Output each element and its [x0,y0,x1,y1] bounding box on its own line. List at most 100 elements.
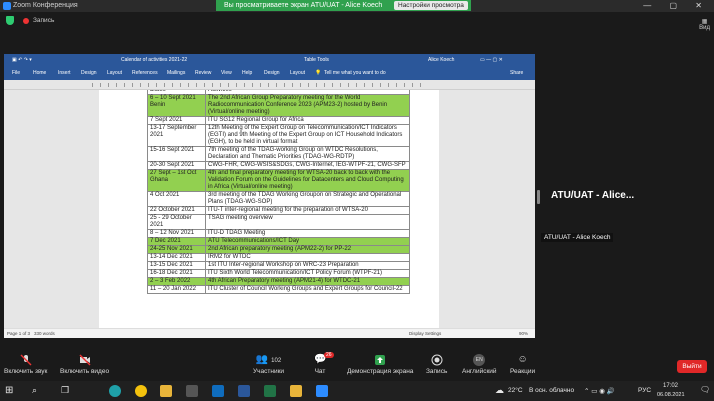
tab-home[interactable]: Home [33,70,46,76]
folder-icon[interactable] [290,385,302,397]
chrome-browser-icon[interactable] [135,385,147,397]
event-cell[interactable]: TSAG meeting overview [205,214,410,230]
event-cell[interactable]: IRM2 for WTDC [205,253,410,262]
search-icon[interactable]: ⌕ [32,385,37,396]
tab-references[interactable]: References [132,70,158,76]
zoom-level[interactable]: 90% [519,331,528,336]
windows-start-icon[interactable]: ⊞ [5,385,13,396]
weather-cloud-icon[interactable]: ☁ [495,385,504,396]
event-cell[interactable]: ATU Telecommunications/ICT Day [205,237,410,246]
view-button[interactable]: ▦ Вид [699,18,710,31]
event-cell[interactable]: 4th and final preparatory meeting for WT… [205,169,410,192]
event-cell[interactable]: CWG-FHR, CWG-WSIS&SDGs, CWG-Internet, IE… [205,161,410,170]
quick-access-icons[interactable]: ▣ ↶ ↷ ▾ [12,57,32,63]
chat-button[interactable]: 💬 26 Чат [314,352,334,375]
word-window-controls[interactable]: ▭ — ▢ ✕ [480,57,503,63]
language-button[interactable]: EN Английский [462,354,497,375]
date-cell[interactable]: 8 – 12 Nov 2021 [147,229,206,238]
zoom-logo-icon [3,2,11,10]
reactions-button[interactable]: ☺ Реакции [510,354,535,375]
event-cell[interactable]: ITU Sixth World Telecommunication/ICT Po… [205,269,410,278]
zoom-app-icon[interactable] [316,385,328,397]
window-controls[interactable]: — ▢ ✕ [643,1,710,10]
date-cell[interactable]: 24-25 Nov 2021 [147,245,206,254]
date-cell[interactable]: 20-30 Sept 2021 [147,161,206,170]
event-cell[interactable]: 12th Meeting of the Expert Group on Tele… [205,124,410,147]
event-cell[interactable]: ITU-D TDAG Meeting [205,229,410,238]
clock-time[interactable]: 17:02 [663,383,678,389]
recording-bar: Запись ▦ Вид [0,12,714,31]
event-cell[interactable]: 1st ITU Inter-regional Workshop on WRC-2… [205,261,410,270]
system-tray-icons[interactable]: ⌃ ▭ ◉ 🔊 [584,387,615,395]
participants-button[interactable]: 👥 102 Участники [253,354,284,375]
panel-splitter-handle[interactable] [537,190,540,204]
table-row: 24-25 Nov 2021 2nd African preparatory me… [147,245,410,254]
date-cell[interactable]: 13-17 September 2021 [147,124,206,147]
date-cell[interactable]: 11 – 20 Jan 2022 [147,285,206,294]
zoom-window-title: Zoom Конференция [13,2,78,9]
share-screen-label: Демонстрация экрана [347,368,414,375]
table-row: 2 – 3 Feb 2022 4th African Preparatory me… [147,277,410,286]
event-cell[interactable]: 2nd African preparatory meeting (APM22-2… [205,245,410,254]
start-video-label: Включить видео [60,368,110,375]
language-globe-icon: EN [473,354,486,366]
notifications-icon[interactable]: 🗨 [700,385,710,394]
date-cell[interactable]: 22 October 2021 [147,206,206,215]
share-screen-button[interactable]: Демонстрация экрана [347,354,413,375]
event-cell[interactable]: 3rd meeting of the TDAG Working Groupon … [205,191,410,207]
event-cell[interactable]: The 2nd African Group Preparatory meetin… [205,94,410,117]
input-language[interactable]: РУС [638,387,651,394]
date-cell[interactable]: 6 – 10 Sept 2021 Benin [147,94,206,117]
tab-review[interactable]: Review [195,70,211,76]
event-cell[interactable]: 7th meeting of the TDAG-working Group on… [205,146,410,162]
word-app-icon[interactable] [238,385,250,397]
event-cell[interactable]: ITU SG12 Regional Group for Africa [205,116,410,125]
view-options-button[interactable]: Настройки просмотра [394,1,468,10]
record-button[interactable]: Запись [426,354,447,375]
tab-table-design[interactable]: Design [264,70,280,76]
start-video-button[interactable]: Включить видео [60,354,109,375]
event-cell[interactable]: ITU Cluster of Council Working Groups an… [205,285,410,294]
event-cell[interactable]: ITU-T inter-regional meeting for the pre… [205,206,410,215]
excel-app-icon[interactable] [264,385,276,397]
date-cell[interactable]: 16-18 Dec 2021 [147,269,206,278]
date-cell[interactable]: 7 Dec 2021 [147,237,206,246]
date-cell[interactable]: 27 Sept – 1st Oct Ghana [147,169,206,192]
date-cell[interactable]: 25 - 29 October 2021 [147,214,206,230]
security-shield-icon[interactable] [6,16,14,25]
share-button[interactable]: Share [510,70,523,76]
event-cell[interactable]: 4th African Preparatory meeting (APM21-4… [205,277,410,286]
tell-me-box[interactable]: Tell me what you want to do [324,70,386,76]
store-icon[interactable] [186,385,198,397]
display-settings[interactable]: Display Settings [409,331,441,336]
tab-design[interactable]: Design [81,70,97,76]
task-view-icon[interactable]: ❐ [61,385,69,396]
temperature: 22°C [508,387,523,394]
tab-table-layout[interactable]: Layout [290,70,305,76]
date-cell[interactable]: 13-15 Dec 2021 [147,261,206,270]
leave-meeting-button[interactable]: Выйти [677,360,707,373]
date-cell[interactable]: 2 – 3 Feb 2022 [147,277,206,286]
file-explorer-icon[interactable] [160,385,172,397]
date-cell[interactable]: 13-14 Dec 2021 [147,253,206,262]
record-icon [431,354,443,366]
calendar-table: Dates Activities 6 – 10 Sept 2021 Benin The… [147,90,410,294]
clock-date[interactable]: 06.08.2021 [657,392,685,398]
tab-view[interactable]: View [221,70,232,76]
tab-insert[interactable]: Insert [58,70,71,76]
tab-layout[interactable]: Layout [107,70,122,76]
date-cell[interactable]: 15-16 Sept 2021 [147,146,206,162]
weather-text: В осн. облачно [529,387,575,394]
record-label: Запись [426,368,448,375]
recording-label: Запись [33,17,55,24]
tab-help[interactable]: Help [242,70,252,76]
unmute-button[interactable]: Включить звук [4,354,47,375]
outlook-icon[interactable] [212,385,224,397]
chat-badge: 26 [324,352,334,358]
tab-file[interactable]: File [12,70,20,76]
horizontal-ruler[interactable] [4,80,535,90]
tab-mailings[interactable]: Mailings [167,70,185,76]
edge-browser-icon[interactable] [109,385,121,397]
date-cell[interactable]: 7 Sept 2021 [147,116,206,125]
date-cell[interactable]: 4 Oct 2021 [147,191,206,207]
